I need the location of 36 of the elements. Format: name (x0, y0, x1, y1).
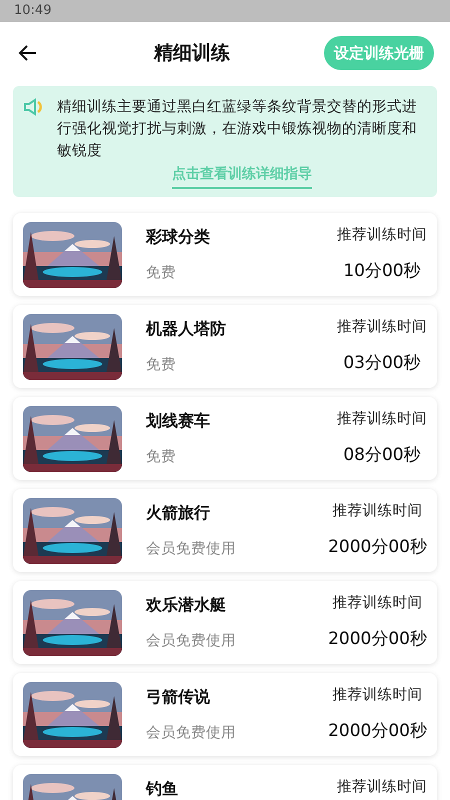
time-label: 推荐训练时间 (332, 502, 423, 520)
training-time: 10分00秒 (343, 260, 421, 283)
game-card[interactable]: 机器人塔防 免费 推荐训练时间 03分00秒 (13, 305, 437, 388)
training-time: 2000分00秒 (328, 720, 427, 743)
training-time: 08分00秒 (343, 444, 421, 467)
page-title: 精细训练 (154, 40, 230, 66)
game-title: 划线赛车 (146, 410, 211, 432)
game-title: 火箭旅行 (146, 502, 211, 524)
price-label: 免费 (146, 448, 177, 467)
time-label: 推荐训练时间 (332, 594, 423, 612)
time-label: 推荐训练时间 (337, 318, 427, 336)
game-card[interactable]: 弓箭传说 会员免费使用 推荐训练时间 2000分00秒 (13, 673, 437, 756)
time-label: 推荐训练时间 (337, 226, 427, 244)
training-time: 2000分00秒 (328, 536, 427, 559)
time-label: 推荐训练时间 (332, 686, 423, 704)
price-label: 会员免费使用 (146, 632, 237, 651)
price-label: 会员免费使用 (146, 724, 237, 743)
game-title: 机器人塔防 (146, 318, 227, 340)
status-time: 10:49 (14, 2, 52, 20)
time-label: 推荐训练时间 (337, 410, 427, 428)
game-card[interactable]: 彩球分类 免费 推荐训练时间 10分00秒 (13, 213, 437, 296)
game-card[interactable]: 欢乐潜水艇 会员免费使用 推荐训练时间 2000分00秒 (13, 581, 437, 664)
game-title: 欢乐潜水艇 (146, 594, 227, 616)
game-title: 钓鱼 (146, 778, 179, 800)
game-card[interactable]: 钓鱼 推荐训练时间 (13, 765, 437, 800)
training-time: 03分00秒 (343, 352, 421, 375)
notice-text: 精细训练主要通过黑白红蓝绿等条纹背景交替的形式进行强化视觉打扰与刺激，在游戏中锻炼视物的清晰度和敏锐度 (57, 98, 418, 161)
training-time: 2000分00秒 (328, 628, 427, 651)
price-label: 会员免费使用 (146, 540, 237, 559)
game-card[interactable]: 火箭旅行 会员免费使用 推荐训练时间 2000分00秒 (13, 489, 437, 572)
game-card[interactable]: 划线赛车 免费 推荐训练时间 08分00秒 (13, 397, 437, 480)
price-label: 免费 (146, 264, 177, 283)
game-title: 彩球分类 (146, 226, 211, 248)
price-label: 免费 (146, 356, 177, 375)
game-title: 弓箭传说 (146, 686, 211, 708)
time-label: 推荐训练时间 (337, 778, 427, 796)
